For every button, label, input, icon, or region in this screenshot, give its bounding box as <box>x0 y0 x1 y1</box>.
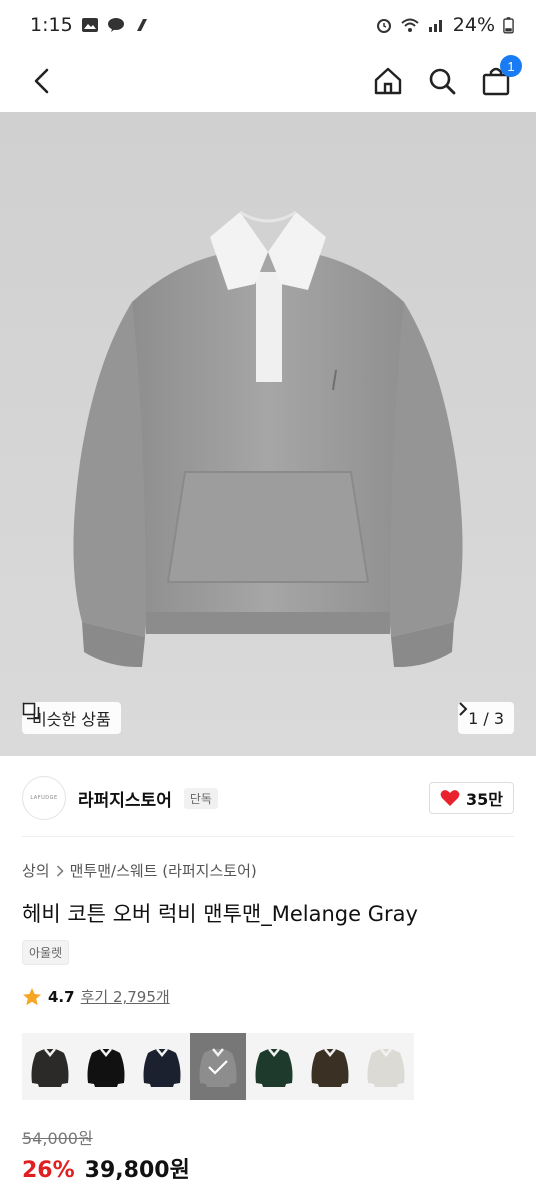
star-icon <box>23 987 41 1005</box>
status-time: 1:15 <box>30 14 73 36</box>
store-logo[interactable]: LAFUDGE <box>22 776 66 820</box>
store-info[interactable]: LAFUDGE 라퍼지스토어 단독 <box>22 776 218 820</box>
rating-value: 4.7 <box>48 987 75 1006</box>
original-price: 54,000원 <box>22 1129 93 1148</box>
color-swatch-brown[interactable] <box>302 1033 358 1100</box>
store-name[interactable]: 라퍼지스토어 <box>78 786 172 811</box>
color-swatch-black[interactable] <box>78 1033 134 1100</box>
breadcrumb-item-top[interactable]: 상의 <box>22 860 50 881</box>
discount-rate: 26% <box>22 1158 75 1183</box>
app-header: 1 <box>0 50 536 112</box>
alarm-icon <box>376 19 391 33</box>
product-image-gallery[interactable]: 비슷한 상품 1 / 3 <box>0 112 536 756</box>
wifi-icon <box>401 18 419 32</box>
sweatshirt-thumbnail <box>31 1047 69 1087</box>
color-swatch-melange-gray[interactable] <box>190 1033 246 1100</box>
sweatshirt-thumbnail <box>311 1047 349 1087</box>
store-logo-text: LAFUDGE <box>30 795 58 801</box>
gallery-icon <box>81 18 98 32</box>
chevron-left-icon <box>34 68 49 94</box>
color-swatch-charcoal-black[interactable] <box>22 1033 78 1100</box>
similar-products-icon <box>22 702 40 720</box>
sweatshirt-thumbnail <box>87 1047 125 1087</box>
breadcrumb: 상의 맨투맨/스웨트 (라퍼지스토어) <box>22 860 257 881</box>
cart-badge: 1 <box>500 55 522 77</box>
similar-products-label: 비슷한 상품 <box>32 710 111 729</box>
chevron-right-icon <box>56 864 64 877</box>
search-button[interactable] <box>426 65 458 97</box>
battery-icon <box>503 16 514 34</box>
color-swatch-navy[interactable] <box>134 1033 190 1100</box>
status-right: 24% <box>375 14 514 36</box>
heart-icon <box>440 790 460 806</box>
check-icon <box>190 1033 246 1100</box>
like-button[interactable]: 35만 <box>429 782 514 814</box>
color-swatch-green[interactable] <box>246 1033 302 1100</box>
notification-icon <box>136 19 147 31</box>
image-page-indicator[interactable]: 1 / 3 <box>458 702 514 734</box>
search-icon <box>429 68 456 95</box>
sweatshirt-thumbnail <box>367 1047 405 1087</box>
review-link[interactable]: 후기 2,795개 <box>81 986 170 1007</box>
status-bar: 1:15 24% <box>0 0 536 50</box>
product-title: 헤비 코튼 오버 럭비 맨투맨_Melange Gray <box>22 902 418 926</box>
product-photo <box>0 112 536 756</box>
store-row: LAFUDGE 라퍼지스토어 단독 35만 <box>22 772 514 824</box>
sweatshirt-thumbnail <box>255 1047 293 1087</box>
color-swatches <box>22 1033 414 1100</box>
home-icon <box>374 67 402 95</box>
sale-price: 39,800원 <box>84 1158 190 1183</box>
exclusive-badge: 단독 <box>183 787 218 809</box>
price-row: 26% 39,800원 <box>22 1152 190 1184</box>
divider <box>22 836 514 837</box>
status-left: 1:15 <box>30 14 151 36</box>
similar-products-button[interactable]: 비슷한 상품 <box>22 702 121 734</box>
like-count: 35만 <box>466 790 503 809</box>
color-swatch-ivory[interactable] <box>358 1033 414 1100</box>
breadcrumb-item-category[interactable]: 맨투맨/스웨트 (라퍼지스토어) <box>70 860 257 881</box>
battery-percent: 24% <box>452 14 495 36</box>
sweatshirt-thumbnail <box>143 1047 181 1087</box>
outlet-tag: 아울렛 <box>22 940 70 965</box>
chevron-right-icon <box>459 702 468 716</box>
header-actions: 1 <box>372 55 522 97</box>
back-button[interactable] <box>26 65 58 97</box>
home-button[interactable] <box>372 65 404 97</box>
rating-row: 4.7 후기 2,795개 <box>22 986 170 1007</box>
signal-icon <box>428 20 442 32</box>
page-indicator-text: 1 / 3 <box>468 708 504 728</box>
talk-icon <box>107 18 124 32</box>
cart-button[interactable]: 1 <box>480 55 522 97</box>
